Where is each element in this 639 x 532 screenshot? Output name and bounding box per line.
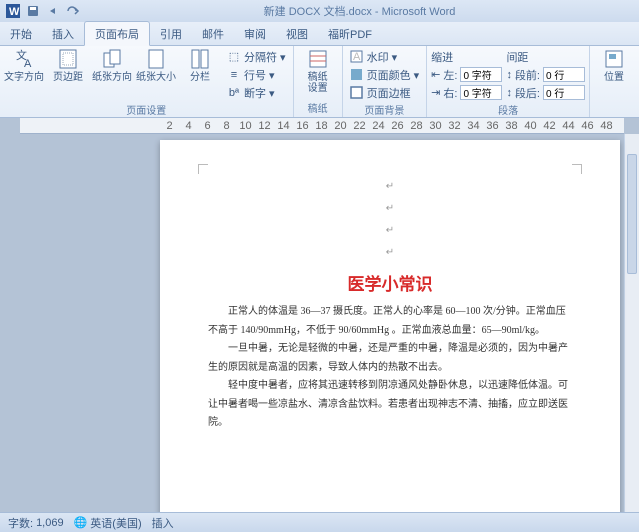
tab-layout[interactable]: 页面布局 xyxy=(84,21,150,46)
save-icon[interactable] xyxy=(26,4,40,18)
tab-mail[interactable]: 邮件 xyxy=(192,22,234,45)
language-status[interactable]: 🌐英语(美国) xyxy=(74,515,142,531)
tab-review[interactable]: 审阅 xyxy=(234,22,276,45)
status-bar: 字数:1,069 🌐英语(美国) 插入 xyxy=(0,512,639,532)
ribbon: 文A文字方向 页边距 纸张方向 纸张大小 分栏 ⬚分隔符 ▾ ≡行号 ▾ bª断… xyxy=(0,46,639,118)
vertical-scrollbar[interactable] xyxy=(624,134,639,512)
space-before-icon: ↕ xyxy=(506,69,512,81)
space-after-label: 段后: xyxy=(515,85,540,101)
margin-corner-tr xyxy=(572,164,582,174)
breaks-button[interactable]: ⬚分隔符 ▾ xyxy=(224,48,289,65)
watermark-button[interactable]: A水印 ▾ xyxy=(347,48,423,65)
group-paragraph: 缩进 ⇤左: ⇥右: 间距 ↕段前: ↕段后: 段落 xyxy=(427,46,590,117)
page-border-icon xyxy=(350,86,364,100)
space-after-icon: ↕ xyxy=(506,87,512,99)
page-color-icon xyxy=(350,68,364,82)
tab-foxit[interactable]: 福昕PDF xyxy=(318,22,382,45)
window-title: 新建 DOCX 文档.docx - Microsoft Word xyxy=(80,3,639,19)
spacing-header: 间距 xyxy=(506,48,585,65)
tab-reference[interactable]: 引用 xyxy=(150,22,192,45)
group-label-paper: 稿纸 xyxy=(298,99,338,117)
indent-header: 缩进 xyxy=(431,48,502,65)
paragraph-mark: ↵ xyxy=(208,242,572,264)
paragraph-mark: ↵ xyxy=(208,220,572,242)
group-label-arrange xyxy=(594,103,634,117)
group-label-paragraph: 段落 xyxy=(431,101,585,119)
line-numbers-button[interactable]: ≡行号 ▾ xyxy=(224,66,289,83)
document-title[interactable]: 医学小常识 xyxy=(208,270,572,295)
redo-icon[interactable] xyxy=(66,4,80,18)
document-page[interactable]: ↵ ↵ ↵ ↵ 医学小常识 正常人的体温是 36—37 摄氏度。正常人的心率是 … xyxy=(160,140,620,512)
word-icon: W xyxy=(6,4,20,18)
document-paragraph[interactable]: 正常人的体温是 36—37 摄氏度。正常人的心率是 60—100 次/分钟。正常… xyxy=(208,303,572,340)
document-workspace: 2468101214161820222426283032343638404244… xyxy=(0,118,639,512)
tab-insert[interactable]: 插入 xyxy=(42,22,84,45)
group-label-background: 页面背景 xyxy=(347,101,423,119)
watermark-icon: A xyxy=(350,50,364,64)
quick-access-toolbar: W xyxy=(0,4,80,18)
word-count[interactable]: 字数:1,069 xyxy=(8,515,64,531)
group-arrange: 位置 xyxy=(590,46,638,117)
line-no-icon: ≡ xyxy=(227,68,241,82)
space-before-input[interactable] xyxy=(543,67,585,82)
group-page-setup: 文A文字方向 页边距 纸张方向 纸张大小 分栏 ⬚分隔符 ▾ ≡行号 ▾ bª断… xyxy=(0,46,294,117)
paragraph-mark: ↵ xyxy=(208,176,572,198)
indent-left-label: 左: xyxy=(443,67,457,83)
horizontal-ruler[interactable]: 2468101214161820222426283032343638404244… xyxy=(20,118,624,134)
tab-view[interactable]: 视图 xyxy=(276,22,318,45)
tab-start[interactable]: 开始 xyxy=(0,22,42,45)
svg-text:W: W xyxy=(9,6,20,18)
document-paragraph[interactable]: 一旦中暑，无论是轻微的中暑，还是严重的中暑，降温是必须的，因为中暑产生的原因就是… xyxy=(208,340,572,377)
document-paragraph[interactable]: 轻中度中暑者，应将其迅速转移到阴凉通风处静卧休息，以迅速降低体温。可让中暑者喝一… xyxy=(208,377,572,433)
indent-right-input[interactable] xyxy=(460,85,502,100)
page-color-button[interactable]: 页面颜色 ▾ xyxy=(347,66,423,83)
undo-icon[interactable] xyxy=(46,4,60,18)
space-after-input[interactable] xyxy=(543,85,585,100)
breaks-icon: ⬚ xyxy=(227,50,241,64)
text-direction-button[interactable]: 文A文字方向 xyxy=(4,48,44,83)
group-paper: 稿纸 设置 稿纸 xyxy=(294,46,343,117)
space-before-label: 段前: xyxy=(515,67,540,83)
ribbon-tabs: 开始 插入 页面布局 引用 邮件 审阅 视图 福昕PDF xyxy=(0,22,639,46)
columns-button[interactable]: 分栏 xyxy=(180,48,220,83)
orientation-button[interactable]: 纸张方向 xyxy=(92,48,132,83)
paper-size-button[interactable]: 纸张大小 xyxy=(136,48,176,83)
hyphen-icon: bª xyxy=(227,86,241,100)
title-bar: W 新建 DOCX 文档.docx - Microsoft Word xyxy=(0,0,639,22)
indent-left-input[interactable] xyxy=(460,67,502,82)
svg-text:A: A xyxy=(24,58,32,69)
indent-left-icon: ⇤ xyxy=(431,68,440,81)
hyphenation-button[interactable]: bª断字 ▾ xyxy=(224,84,289,101)
group-label-page-setup: 页面设置 xyxy=(4,101,289,119)
position-button[interactable]: 位置 xyxy=(594,48,634,83)
svg-text:A: A xyxy=(353,51,361,63)
indent-right-label: 右: xyxy=(443,85,457,101)
margin-corner-tl xyxy=(198,164,208,174)
paragraph-mark: ↵ xyxy=(208,198,572,220)
globe-icon: 🌐 xyxy=(74,516,88,529)
writing-paper-button[interactable]: 稿纸 设置 xyxy=(298,48,338,94)
margins-button[interactable]: 页边距 xyxy=(48,48,88,83)
group-background: A水印 ▾ 页面颜色 ▾ 页面边框 页面背景 xyxy=(343,46,428,117)
indent-right-icon: ⇥ xyxy=(431,86,440,99)
page-border-button[interactable]: 页面边框 xyxy=(347,84,423,101)
insert-mode[interactable]: 插入 xyxy=(152,515,174,531)
scrollbar-thumb[interactable] xyxy=(627,154,637,274)
